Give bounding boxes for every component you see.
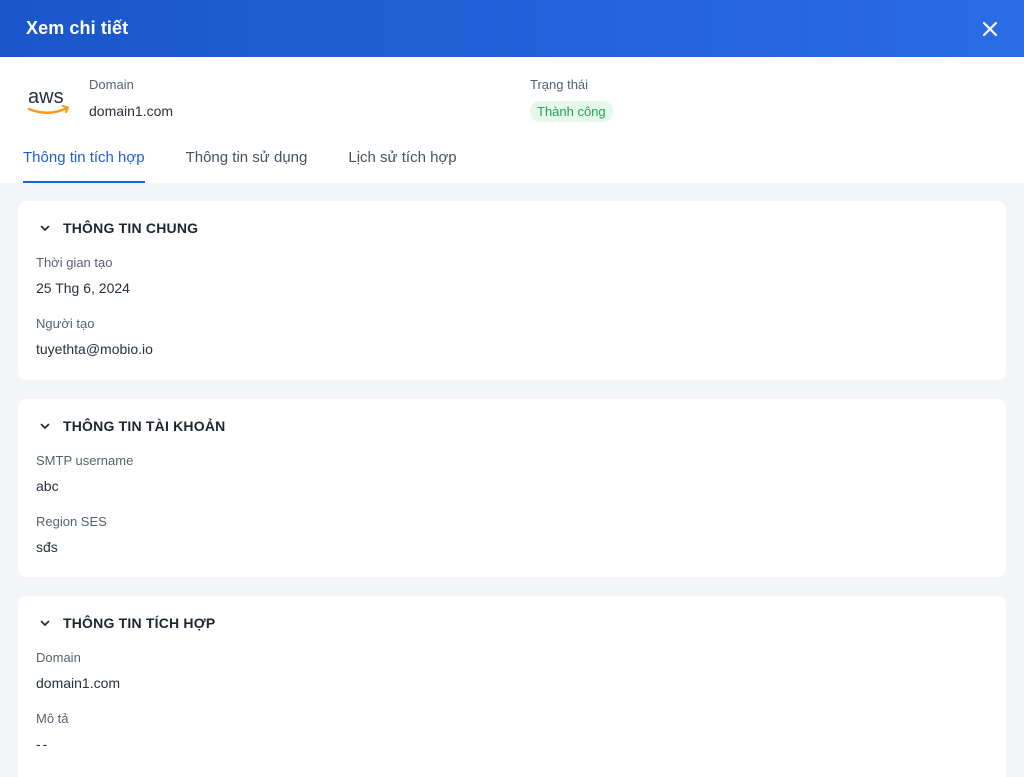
field-value: abc: [36, 478, 59, 494]
summary-section: aws Domain domain1.com Trạng thái Thành …: [0, 57, 1024, 183]
section-header[interactable]: THÔNG TIN TÀI KHOẢN: [36, 417, 988, 435]
domain-value: domain1.com: [89, 103, 174, 119]
field-value: tuyethta@mobio.io: [36, 341, 153, 357]
field-label: Thời gian tạo: [36, 255, 113, 270]
section-title: THÔNG TIN TÀI KHOẢN: [63, 418, 226, 434]
chevron-down-icon: [40, 225, 50, 231]
section-general-info: THÔNG TIN CHUNG Thời gian tạo 25 Thg 6, …: [18, 201, 1006, 380]
tab-integration-history[interactable]: Lịch sử tích hợp: [348, 149, 456, 183]
field-value: sđs: [36, 539, 58, 555]
status-badge: Thành công: [530, 101, 613, 122]
field-label: SMTP username: [36, 453, 134, 468]
tab-usage-info[interactable]: Thông tin sử dụng: [186, 149, 308, 183]
section-header[interactable]: THÔNG TIN CHUNG: [36, 219, 988, 237]
section-title: THÔNG TIN CHUNG: [63, 220, 199, 236]
field-region-ses: Region SES sđs: [36, 514, 988, 555]
field-value: 25 Thg 6, 2024: [36, 280, 130, 296]
close-icon: [982, 21, 998, 36]
status-summary: Trạng thái Thành công: [530, 77, 613, 122]
tab-integration-info[interactable]: Thông tin tích hợp: [23, 149, 145, 183]
field-label: Domain: [36, 650, 81, 665]
field-smtp-username: SMTP username abc: [36, 453, 988, 494]
field-creator: Người tạo tuyethta@mobio.io: [36, 316, 988, 357]
modal-header: Xem chi tiết: [0, 0, 1024, 57]
field-domain: Domain domain1.com: [36, 650, 988, 691]
aws-logo-text: aws: [28, 86, 64, 108]
field-value: --: [36, 736, 50, 752]
field-created-time: Thời gian tạo 25 Thg 6, 2024: [36, 255, 988, 296]
section-integration-info: THÔNG TIN TÍCH HỢP Domain domain1.com Mô…: [18, 596, 1006, 777]
field-label: Mô tả: [36, 711, 69, 726]
chevron-down-icon: [40, 620, 50, 626]
domain-label: Domain: [89, 77, 134, 92]
aws-logo: aws: [26, 83, 74, 119]
section-header[interactable]: THÔNG TIN TÍCH HỢP: [36, 614, 988, 632]
status-label: Trạng thái: [530, 77, 589, 92]
domain-summary: Domain domain1.com: [89, 77, 173, 119]
close-button[interactable]: [978, 17, 1002, 41]
chevron-down-icon: [40, 423, 50, 429]
field-value: domain1.com: [36, 675, 121, 691]
section-account-info: THÔNG TIN TÀI KHOẢN SMTP username abc Re…: [18, 399, 1006, 577]
section-title: THÔNG TIN TÍCH HỢP: [63, 615, 216, 631]
field-label: Region SES: [36, 514, 107, 529]
modal-title: Xem chi tiết: [26, 18, 129, 38]
field-label: Người tạo: [36, 316, 95, 331]
field-description: Mô tả --: [36, 711, 988, 752]
tab-bar: Thông tin tích hợp Thông tin sử dụng Lịc…: [23, 149, 498, 183]
